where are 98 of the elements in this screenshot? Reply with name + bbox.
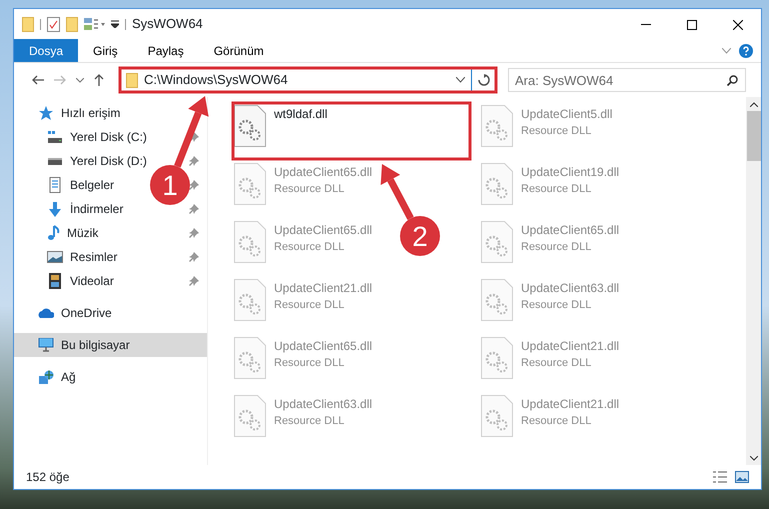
sidebar-item[interactable]: Ağ: [14, 365, 207, 389]
properties-icon[interactable]: [47, 16, 60, 32]
drive-icon: [47, 130, 63, 144]
large-icons-view-icon[interactable]: [735, 471, 749, 483]
scroll-down-icon[interactable]: [750, 456, 758, 461]
minimize-icon: [641, 24, 651, 26]
ribbon-tab[interactable]: Dosya: [14, 39, 78, 62]
file-name: UpdateClient65.dll: [521, 222, 620, 239]
sidebar-item[interactable]: Müzik: [14, 221, 102, 245]
sidebar-item[interactable]: İndirmeler: [14, 197, 128, 221]
ribbon-tab[interactable]: Giriş: [78, 39, 133, 62]
file-name: UpdateClient65.dll: [274, 164, 372, 181]
film-icon: [47, 273, 63, 289]
up-arrow-icon[interactable]: [94, 74, 104, 86]
pin-icon[interactable]: [189, 228, 199, 238]
back-arrow-icon[interactable]: [32, 75, 44, 85]
file-name: UpdateClient65.dll: [274, 222, 372, 239]
folder-icon: [126, 72, 138, 88]
sidebar-item[interactable]: Videolar: [14, 269, 118, 293]
file-name: UpdateClient21.dll: [521, 396, 620, 413]
network-icon: [38, 370, 54, 384]
pin-icon[interactable]: [189, 252, 199, 262]
sidebar-item[interactable]: Belgeler: [14, 173, 118, 197]
pin-icon[interactable]: [189, 132, 199, 142]
file-type: Resource DLL: [521, 124, 592, 139]
pin-icon[interactable]: [189, 156, 199, 166]
pin-icon[interactable]: [189, 276, 199, 286]
maximize-icon: [687, 20, 697, 30]
dll-file-gear-icon: [481, 279, 513, 321]
cloud-icon: [38, 308, 54, 318]
file-name: UpdateClient63.dll: [521, 280, 620, 297]
pin-icon[interactable]: [189, 180, 199, 190]
monitor-icon: [38, 338, 54, 352]
dropdown-caret-icon[interactable]: [456, 77, 465, 83]
pin-icon[interactable]: [189, 204, 199, 214]
expand-ribbon-icon[interactable]: [722, 48, 731, 54]
address-path: C:\Windows\SysWOW64: [144, 71, 288, 90]
view-icon[interactable]: [84, 18, 105, 30]
sidebar-item[interactable]: Bu bilgisayar: [14, 333, 207, 357]
music-note-icon: [47, 225, 60, 241]
ribbon-tab[interactable]: Paylaş: [132, 39, 199, 62]
sidebar-item[interactable]: Yerel Disk (C:): [14, 125, 151, 149]
window-title: SysWOW64: [132, 15, 203, 34]
file-type: Resource DLL: [521, 356, 592, 371]
dll-file-gear-icon: [234, 395, 266, 437]
refresh-icon[interactable]: [478, 74, 490, 86]
file-item[interactable]: wt9ldaf.dll: [234, 105, 328, 147]
star-icon: [38, 106, 54, 120]
dll-file-gear-icon: [481, 105, 513, 147]
recent-dropdown-icon[interactable]: [76, 78, 84, 82]
pointer-arrow: [380, 164, 414, 220]
customize-dropdown-icon[interactable]: [111, 20, 119, 28]
dll-file-gear-icon: [481, 163, 513, 205]
download-arrow-icon: [47, 202, 63, 216]
sidebar-item[interactable]: OneDrive: [14, 301, 207, 325]
file-name: wt9ldaf.dll: [274, 106, 328, 123]
file-name: UpdateClient5.dll: [521, 106, 612, 123]
details-view-icon[interactable]: [713, 471, 727, 483]
file-name: UpdateClient21.dll: [521, 338, 620, 355]
file-type: Resource DLL: [274, 182, 346, 197]
file-type: Resource DLL: [274, 240, 346, 255]
dll-file-gear-icon: [234, 279, 266, 321]
document-icon: [47, 177, 63, 193]
dll-file-gear-icon: [481, 337, 513, 379]
dll-file-gear-icon: [234, 221, 266, 263]
dll-file-gear-icon: [234, 337, 266, 379]
file-type: Resource DLL: [274, 414, 346, 429]
close-icon: [733, 20, 743, 30]
dll-file-gear-icon: [234, 163, 266, 205]
file-name: UpdateClient65.dll: [274, 338, 372, 355]
search-icon[interactable]: [727, 75, 738, 86]
file-type: Resource DLL: [521, 298, 592, 313]
file-type: Resource DLL: [521, 182, 592, 197]
dll-file-gear-icon: [234, 105, 266, 147]
file-name: UpdateClient21.dll: [274, 280, 372, 297]
search-field[interactable]: Ara: SysWOW64: [508, 68, 746, 92]
file-type: Resource DLL: [274, 356, 346, 371]
file-type: Resource DLL: [521, 414, 592, 429]
dll-file-gear-icon: [481, 395, 513, 437]
step-number-badge: 1: [150, 165, 190, 205]
item-count: 152 öğe: [26, 469, 70, 486]
file-type: Resource DLL: [274, 298, 346, 313]
help-icon[interactable]: [739, 44, 753, 58]
ribbon-tab[interactable]: Görünüm: [198, 39, 279, 62]
pointer-arrow: [174, 96, 209, 168]
drive-icon: [47, 158, 63, 164]
sidebar-item[interactable]: Yerel Disk (D:): [14, 149, 151, 173]
scrollbar-thumb[interactable]: [746, 111, 760, 161]
scrollbar[interactable]: [746, 97, 761, 465]
step-number-badge: 2: [400, 216, 440, 256]
scroll-up-icon[interactable]: [750, 102, 758, 107]
picture-icon: [47, 251, 63, 263]
dll-file-gear-icon: [481, 221, 513, 263]
file-name: UpdateClient63.dll: [274, 396, 372, 413]
sidebar-item[interactable]: Hızlı erişim: [14, 101, 207, 125]
file-name: UpdateClient19.dll: [521, 164, 620, 181]
file-type: Resource DLL: [521, 240, 592, 255]
sidebar-item[interactable]: Resimler: [14, 245, 122, 269]
